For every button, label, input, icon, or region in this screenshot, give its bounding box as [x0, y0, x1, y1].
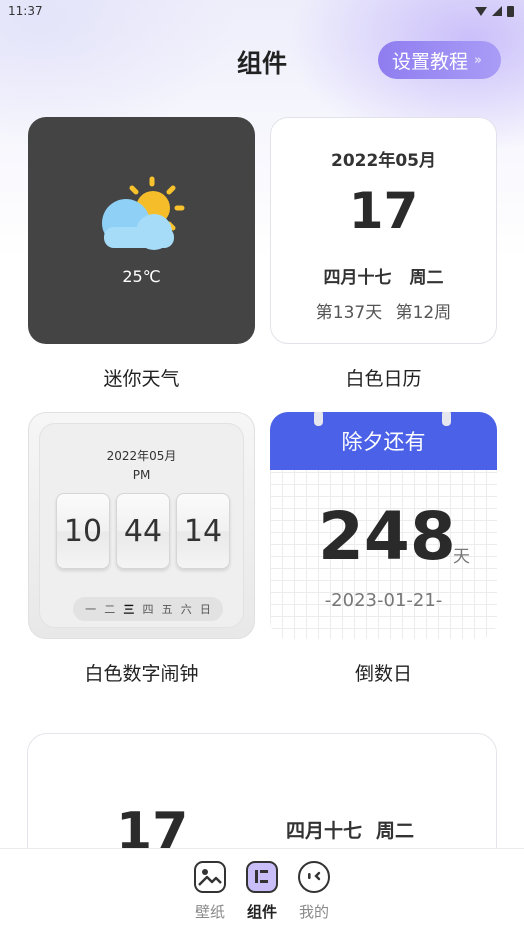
tutorial-button-label: 设置教程 [392, 50, 469, 73]
weather-widget[interactable]: 25℃ [28, 117, 255, 344]
clock-ampm: PM [132, 468, 151, 482]
flip-digits: 10 44 14 [56, 493, 230, 569]
status-time: 11:37 [8, 4, 43, 18]
clock-face: 2022年05月 PM 10 44 14 一 二 三 四 五 六 日 [39, 423, 244, 628]
chevron-right-icon: » [474, 52, 482, 68]
tab-label: 组件 [246, 903, 277, 921]
weekday-item: 一 [85, 603, 97, 616]
weekday-item: 五 [161, 603, 173, 616]
calendar-day-of-year: 第137天 [315, 303, 383, 323]
weather-temperature: 25℃ [122, 267, 161, 286]
clock-month: 2022年05月 [106, 449, 177, 463]
status-icons [475, 5, 514, 17]
widget-icon [246, 861, 278, 893]
tab-widgets[interactable]: 组件 [237, 861, 287, 922]
preview-weekday: 周二 [376, 820, 415, 842]
calendar-week-of-year: 第12周 [395, 303, 452, 323]
tab-label: 壁纸 [194, 903, 225, 921]
weekday-item: 六 [180, 603, 192, 616]
battery-icon [507, 5, 514, 17]
calendar-lunar-row: 四月十七 周二 [271, 263, 496, 288]
countdown-caption: 倒数日 [354, 663, 412, 685]
binder-ring [314, 412, 323, 426]
weekday-item: 日 [199, 603, 211, 616]
preview-lunar-row: 四月十七 周二 [286, 816, 428, 843]
countdown-unit: 天 [453, 547, 470, 567]
clock-hour: 10 [56, 493, 110, 569]
countdown-days: 248 [318, 498, 456, 575]
calendar-day: 17 [348, 182, 419, 240]
weekday-item-active: 三 [123, 603, 135, 616]
wifi-icon [475, 6, 487, 16]
binder-ring [442, 412, 451, 426]
bottom-tab-bar: 壁纸 组件 我的 [0, 848, 524, 932]
countdown-widget[interactable]: 除夕还有 248 天 -2023-01-21- [270, 412, 497, 639]
face-icon [298, 861, 330, 893]
weekday-item: 四 [142, 603, 154, 616]
calendar-weekday: 周二 [409, 268, 444, 288]
image-icon [194, 861, 226, 893]
calendar-caption: 白色日历 [345, 368, 422, 390]
clock-widget[interactable]: 2022年05月 PM 10 44 14 一 二 三 四 五 六 日 [28, 412, 255, 639]
tab-label: 我的 [298, 903, 329, 921]
tab-wallpaper[interactable]: 壁纸 [185, 861, 235, 922]
status-bar: 11:37 [0, 0, 524, 22]
calendar-count-row: 第137天 第12周 [271, 298, 496, 323]
countdown-header: 除夕还有 [270, 412, 497, 470]
clock-second: 14 [176, 493, 230, 569]
preview-lunar-date: 四月十七 [286, 820, 363, 842]
weather-caption: 迷你天气 [103, 368, 180, 390]
calendar-lunar-date: 四月十七 [323, 268, 392, 288]
calendar-widget[interactable]: 2022年05月 17 四月十七 周二 第137天 第12周 [270, 117, 497, 344]
partly-cloudy-icon [102, 176, 185, 250]
calendar-month: 2022年05月 [331, 151, 436, 171]
tab-profile[interactable]: 我的 [289, 861, 339, 922]
signal-icon [492, 6, 502, 16]
weekday-item: 二 [104, 603, 116, 616]
weekday-strip: 一 二 三 四 五 六 日 [73, 597, 223, 621]
header: 组件 设置教程 » [0, 38, 524, 82]
clock-caption: 白色数字闹钟 [84, 663, 199, 685]
clock-minute: 44 [116, 493, 170, 569]
countdown-date: -2023-01-21- [324, 590, 443, 611]
tutorial-button[interactable]: 设置教程 » [378, 41, 501, 79]
